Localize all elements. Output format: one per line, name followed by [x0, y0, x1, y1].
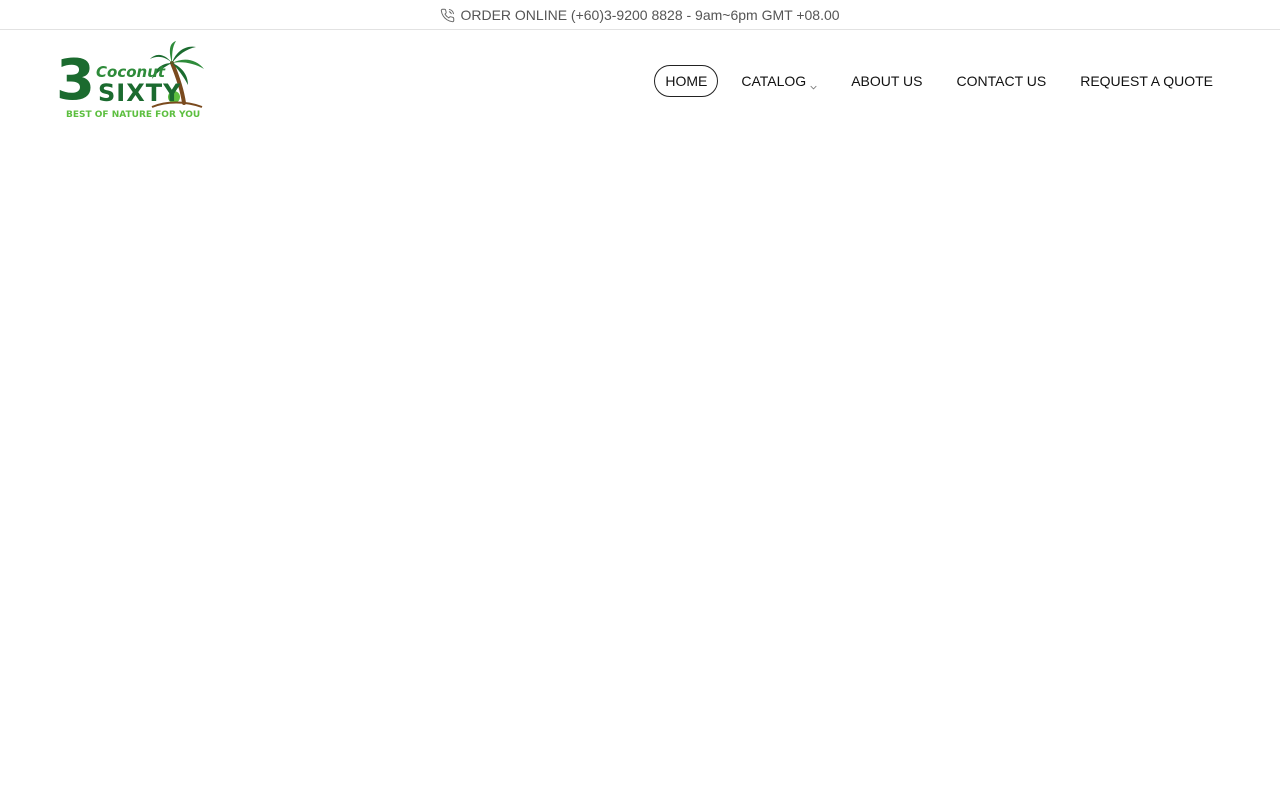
nav-home[interactable]: HOME [654, 65, 719, 97]
chevron-down-icon [810, 79, 817, 89]
phone-icon [440, 8, 455, 23]
logo-word-main: SIXTY [98, 79, 181, 107]
nav-home-label: HOME [665, 73, 708, 89]
main-navigation: HOME CATALOG ABOUT US CONTACT US REQUEST… [642, 65, 1224, 97]
nav-about-us-label: ABOUT US [851, 73, 923, 89]
coconut-sixty-logo[interactable]: 3 Coconut SIXTY BEST OF NATURE FOR YOU [56, 41, 208, 121]
order-online-text: ORDER ONLINE (+60)3-9200 8828 - 9am~6pm … [460, 6, 840, 23]
nav-contact-us-label: CONTACT US [956, 73, 1047, 89]
nav-contact-us[interactable]: CONTACT US [946, 65, 1058, 97]
nav-about-us[interactable]: ABOUT US [840, 65, 933, 97]
logo-tagline: BEST OF NATURE FOR YOU [66, 110, 200, 120]
nav-catalog[interactable]: CATALOG [730, 65, 828, 97]
nav-catalog-label: CATALOG [741, 73, 807, 89]
nav-request-a-quote-label: REQUEST A QUOTE [1080, 73, 1213, 89]
nav-request-a-quote[interactable]: REQUEST A QUOTE [1069, 65, 1224, 97]
site-header: 3 Coconut SIXTY BEST OF NATURE FOR YOU H… [0, 31, 1280, 131]
top-contact-bar: ORDER ONLINE (+60)3-9200 8828 - 9am~6pm … [0, 0, 1280, 30]
logo-numeral: 3 [56, 48, 95, 113]
